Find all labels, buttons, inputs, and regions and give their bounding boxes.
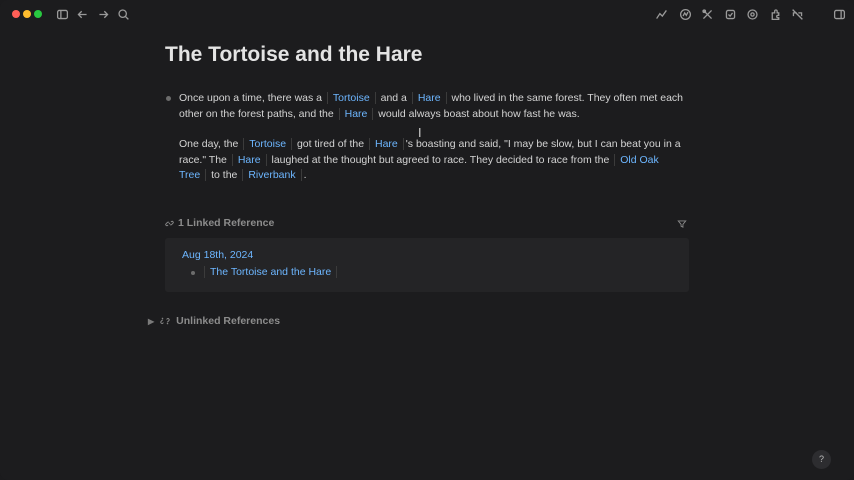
- block-text: would always boast about how fast he was…: [375, 107, 580, 120]
- filter-icon[interactable]: [677, 216, 687, 228]
- block-text: to the: [208, 169, 241, 181]
- search-icon[interactable]: [116, 7, 130, 21]
- page-reference-hare[interactable]: Hare: [338, 107, 374, 120]
- close-window-button[interactable]: [12, 10, 20, 18]
- task-icon[interactable]: [723, 7, 737, 21]
- unlinked-references-label: Unlinked References: [176, 315, 281, 327]
- publish-icon[interactable]: [678, 7, 692, 21]
- page-reference-hare[interactable]: Hare: [369, 138, 404, 150]
- linked-references-header[interactable]: 1 Linked Reference: [165, 217, 274, 229]
- chevron-right-icon[interactable]: ▶: [148, 317, 154, 326]
- page-title[interactable]: The Tortoise and the Hare: [165, 43, 423, 67]
- block-text: got tired of the: [294, 138, 367, 150]
- accessibility-icon[interactable]: [790, 7, 804, 21]
- title-bar: [0, 0, 854, 30]
- block-text: laughed at the thought but agreed to rac…: [268, 153, 613, 166]
- help-button[interactable]: ?: [812, 450, 831, 469]
- graph-icon[interactable]: [654, 7, 668, 21]
- maximize-window-button[interactable]: [34, 10, 42, 18]
- block-text: One day, the: [179, 138, 242, 150]
- block-text: Once upon a time, there was a: [179, 92, 325, 104]
- main-content: The Tortoise and the Hare Once upon a ti…: [0, 30, 854, 480]
- page-reference-hare[interactable]: Hare: [411, 92, 447, 104]
- linked-reference-card: [165, 238, 689, 292]
- tools-icon[interactable]: [700, 7, 714, 21]
- unlink-icon: [160, 317, 170, 325]
- block-paragraph-2[interactable]: One day, the Tortoise got tired of the H…: [179, 137, 689, 184]
- unlinked-references-header[interactable]: ▶ Unlinked References: [148, 315, 280, 327]
- block-bullet[interactable]: [166, 96, 171, 101]
- page-reference-riverbank[interactable]: Riverbank: [242, 169, 302, 181]
- text-cursor-icon: I: [418, 126, 422, 140]
- sidebar-toggle-icon[interactable]: [55, 7, 69, 21]
- link-icon: [165, 220, 174, 226]
- arrow-left-icon[interactable]: [75, 7, 89, 21]
- arrow-right-icon[interactable]: [96, 7, 110, 21]
- block-text: .: [303, 169, 307, 181]
- page-reference-tortoise-and-hare[interactable]: The Tortoise and the Hare: [204, 266, 338, 278]
- block-bullet[interactable]: [191, 271, 195, 275]
- minimize-window-button[interactable]: [23, 10, 31, 18]
- app-window: The Tortoise and the Hare Once upon a ti…: [0, 0, 854, 480]
- linked-reference-item[interactable]: The Tortoise and the Hare: [202, 266, 339, 278]
- linked-references-label: 1 Linked Reference: [178, 217, 275, 229]
- sync-icon[interactable]: [745, 7, 759, 21]
- page-reference-hare[interactable]: Hare: [231, 153, 267, 166]
- block-paragraph-1[interactable]: Once upon a time, there was a Tortoise a…: [179, 91, 689, 122]
- plugin-icon[interactable]: [768, 7, 782, 21]
- block-text: and a: [377, 92, 410, 104]
- linked-reference-date-link[interactable]: Aug 18th, 2024: [182, 249, 253, 261]
- page-reference-tortoise[interactable]: Tortoise: [243, 138, 293, 150]
- page-reference-tortoise[interactable]: Tortoise: [326, 92, 376, 104]
- right-sidebar-icon[interactable]: [832, 7, 846, 21]
